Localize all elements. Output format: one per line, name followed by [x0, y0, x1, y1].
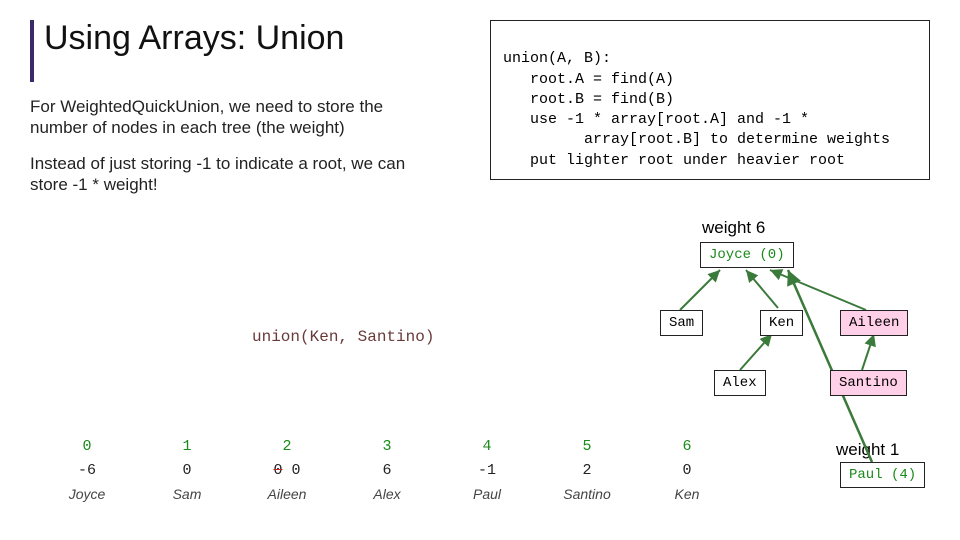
array-index: 6	[640, 438, 734, 455]
tree-node-alex: Alex	[714, 370, 766, 396]
code-line: root.A = find(A)	[503, 70, 917, 90]
union-call-label: union(Ken, Santino)	[252, 328, 434, 346]
title-accent-bar	[30, 20, 34, 82]
tree-node-santino: Santino	[830, 370, 907, 396]
array-index: 5	[540, 438, 634, 455]
tree-node-ken: Ken	[760, 310, 803, 336]
weight-label-1: weight 1	[836, 440, 899, 460]
paragraph-1: For WeightedQuickUnion, we need to store…	[30, 96, 440, 139]
tree-node-aileen: Aileen	[840, 310, 908, 336]
array-name: Alex	[340, 486, 434, 502]
array-index: 3	[340, 438, 434, 455]
array-value: 6	[340, 462, 434, 479]
pseudocode-box: union(A, B): root.A = find(A) root.B = f…	[490, 20, 930, 180]
paragraph-2: Instead of just storing -1 to indicate a…	[30, 153, 440, 196]
array-index: 0	[40, 438, 134, 455]
array-index: 4	[440, 438, 534, 455]
code-line: put lighter root under heavier root	[503, 151, 917, 171]
array-value-new: 0	[292, 462, 301, 479]
tree-node-sam: Sam	[660, 310, 703, 336]
array-index: 2	[240, 438, 334, 455]
array-index: 1	[140, 438, 234, 455]
array-value: 0 0	[240, 462, 334, 479]
array-value: 0	[640, 462, 734, 479]
array-value: -6	[40, 462, 134, 479]
page-title: Using Arrays: Union	[44, 20, 344, 57]
array-value-old: 0	[273, 462, 282, 479]
code-line: use -1 * array[root.A] and -1 *	[503, 110, 917, 130]
array-name: Paul	[440, 486, 534, 502]
array-value: 0	[140, 462, 234, 479]
array-value: -1	[440, 462, 534, 479]
tree-node-paul: Paul (4)	[840, 462, 925, 488]
array-name: Ken	[640, 486, 734, 502]
weight-label-6: weight 6	[702, 218, 765, 238]
array-name: Santino	[540, 486, 634, 502]
code-line: union(A, B):	[503, 49, 917, 69]
array-name: Sam	[140, 486, 234, 502]
array-name: Aileen	[240, 486, 334, 502]
array-name: Joyce	[40, 486, 134, 502]
array-value: 2	[540, 462, 634, 479]
code-line: root.B = find(B)	[503, 90, 917, 110]
code-line: array[root.B] to determine weights	[503, 130, 917, 150]
tree-node-joyce: Joyce (0)	[700, 242, 794, 268]
